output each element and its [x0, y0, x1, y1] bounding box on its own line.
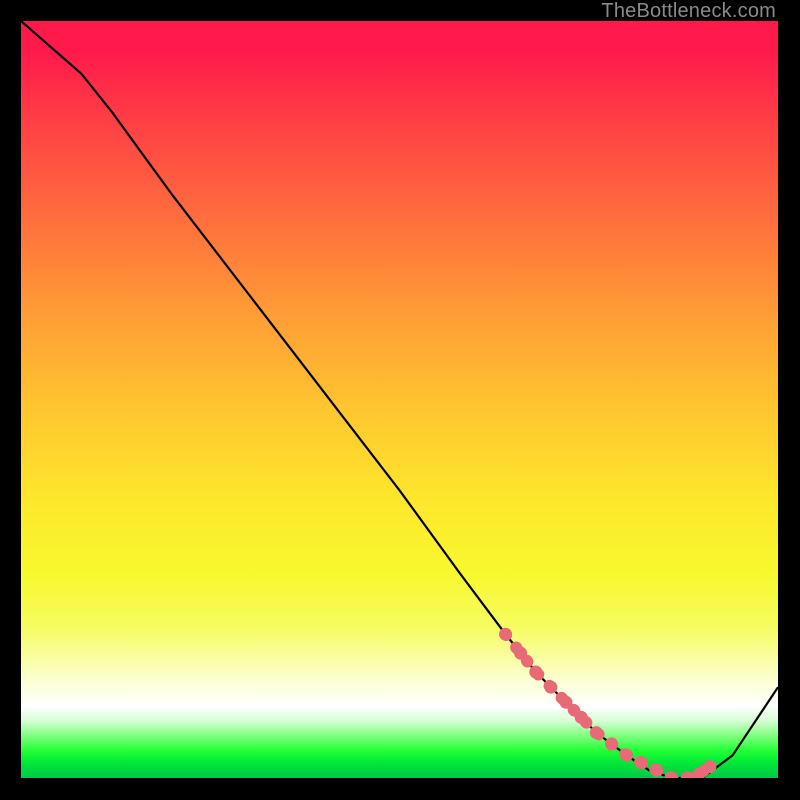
watermark-label: TheBottleneck.com: [601, 0, 776, 23]
marker-dot: [544, 681, 557, 694]
plot-area: [21, 21, 778, 778]
marker-dot: [620, 749, 633, 762]
marker-dot: [605, 737, 618, 750]
marker-dot: [514, 647, 527, 660]
marker-dot: [560, 696, 573, 709]
marker-dot: [575, 711, 588, 724]
curve-svg: [21, 21, 778, 778]
marker-dot: [635, 756, 648, 769]
marker-dot: [703, 760, 716, 773]
marker-dot: [650, 764, 663, 777]
main-curve-path: [21, 21, 778, 778]
curve-line: [21, 21, 778, 778]
marker-path: [506, 634, 710, 778]
marker-dot: [681, 772, 694, 779]
curve-markers: [499, 628, 716, 778]
marker-dot: [529, 666, 542, 679]
marker-dot: [590, 726, 603, 739]
chart-stage: TheBottleneck.com: [0, 0, 800, 800]
marker-dot: [499, 628, 512, 641]
